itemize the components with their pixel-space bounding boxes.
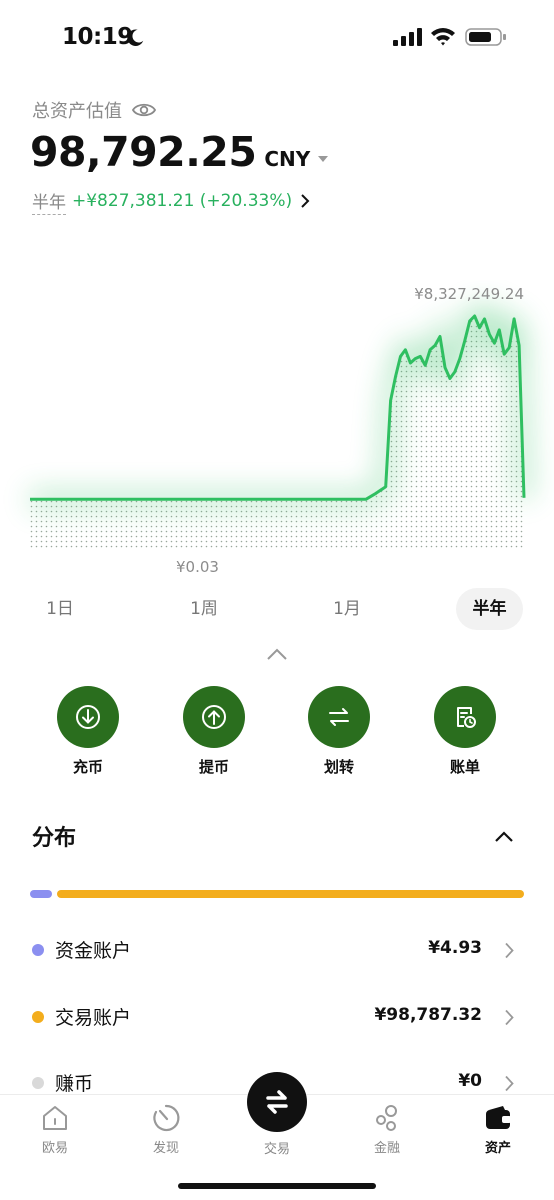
account-dot — [32, 944, 44, 956]
tab-period-6m[interactable]: 半年 — [456, 588, 523, 630]
account-value: ¥4.93 — [428, 938, 482, 958]
home-icon — [43, 1106, 67, 1130]
tab-label: 发现 — [152, 1141, 179, 1156]
chevron-right-icon[interactable] — [300, 194, 310, 208]
tab-period-1m[interactable]: 1月 — [317, 588, 377, 630]
battery-icon — [465, 28, 506, 46]
status-bar: 10:19 — [0, 0, 554, 76]
chevron-right-icon[interactable] — [504, 942, 514, 959]
bill-label: 账单 — [449, 758, 480, 776]
distribution-bar — [30, 890, 524, 898]
tab-period-1d[interactable]: 1日 — [30, 588, 90, 630]
tab-label: 欧易 — [41, 1141, 68, 1156]
tab-discover[interactable]: 发现 — [126, 1103, 206, 1156]
account-value: ¥0 — [458, 1071, 482, 1091]
account-dot — [32, 1011, 44, 1023]
account-name: 赚币 — [55, 1073, 94, 1095]
distribution-segment-trading — [57, 890, 524, 898]
discover-icon — [153, 1104, 180, 1132]
currency-selector[interactable]: CNY — [264, 147, 310, 171]
home-indicator — [178, 1183, 376, 1189]
tab-assets[interactable]: 资产 — [458, 1103, 538, 1156]
caret-down-icon[interactable] — [318, 156, 329, 162]
transfer-label: 划转 — [323, 758, 354, 776]
tab-finance[interactable]: 金融 — [347, 1103, 427, 1156]
trade-button[interactable] — [247, 1072, 307, 1132]
deposit-label: 充币 — [72, 758, 103, 776]
account-name: 资金账户 — [55, 940, 132, 962]
chart-min-label: ¥0.03 — [176, 558, 219, 576]
tab-label: 资产 — [484, 1141, 511, 1156]
pnl-row[interactable]: 半年 +¥827,381.21 (+20.33%) — [32, 188, 310, 215]
tab-label: 金融 — [373, 1141, 400, 1156]
chevron-right-icon[interactable] — [504, 1009, 514, 1026]
wifi-icon — [431, 28, 455, 46]
asset-value: 98,792.25 — [30, 128, 257, 176]
asset-value-row[interactable]: 98,792.25 CNY — [30, 128, 329, 180]
tab-okx[interactable]: 欧易 — [15, 1103, 95, 1156]
pnl-value: +¥827,381.21 (+20.33%) — [72, 191, 293, 211]
deposit-icon — [76, 705, 100, 729]
action-bar: 充币 提币 划转 账单 — [0, 686, 554, 786]
account-row-funding[interactable]: 资金账户 ¥4.93 — [0, 930, 554, 970]
chart-max-label: ¥8,327,249.24 — [414, 285, 524, 303]
wallet-icon — [486, 1106, 511, 1129]
distribution-segment-funding — [30, 890, 52, 898]
trade-icon — [266, 1090, 288, 1114]
bill-button[interactable]: 账单 — [420, 686, 510, 777]
tab-period-1w[interactable]: 1周 — [174, 588, 234, 630]
finance-icon — [376, 1105, 397, 1131]
period-tabs: 1日 1周 1月 半年 — [0, 588, 554, 630]
chevron-up-icon[interactable] — [494, 830, 514, 843]
account-name: 交易账户 — [55, 1007, 132, 1029]
tab-label[interactable]: 交易 — [237, 1138, 317, 1157]
withdraw-label: 提币 — [198, 758, 229, 776]
transfer-button[interactable]: 划转 — [294, 686, 384, 777]
chevron-right-icon[interactable] — [504, 1075, 514, 1092]
distribution-title: 分布 — [32, 826, 77, 851]
asset-label: 总资产估值 — [32, 101, 122, 122]
pnl-period[interactable]: 半年 — [32, 188, 66, 215]
withdraw-button[interactable]: 提币 — [169, 686, 259, 777]
deposit-button[interactable]: 充币 — [43, 686, 133, 777]
asset-label-row: 总资产估值 — [32, 96, 156, 124]
asset-chart[interactable] — [0, 280, 554, 580]
account-dot — [32, 1077, 44, 1089]
signal-icon — [393, 28, 422, 46]
withdraw-icon — [202, 705, 226, 729]
account-row-trading[interactable]: 交易账户 ¥98,787.32 — [0, 997, 554, 1037]
account-value: ¥98,787.32 — [374, 1005, 482, 1025]
chevron-up-icon[interactable] — [266, 647, 288, 661]
status-time: 10:19 — [62, 24, 133, 50]
bill-icon — [457, 707, 476, 728]
eye-icon[interactable] — [132, 101, 156, 119]
transfer-icon — [329, 708, 349, 726]
moon-icon — [127, 29, 144, 46]
